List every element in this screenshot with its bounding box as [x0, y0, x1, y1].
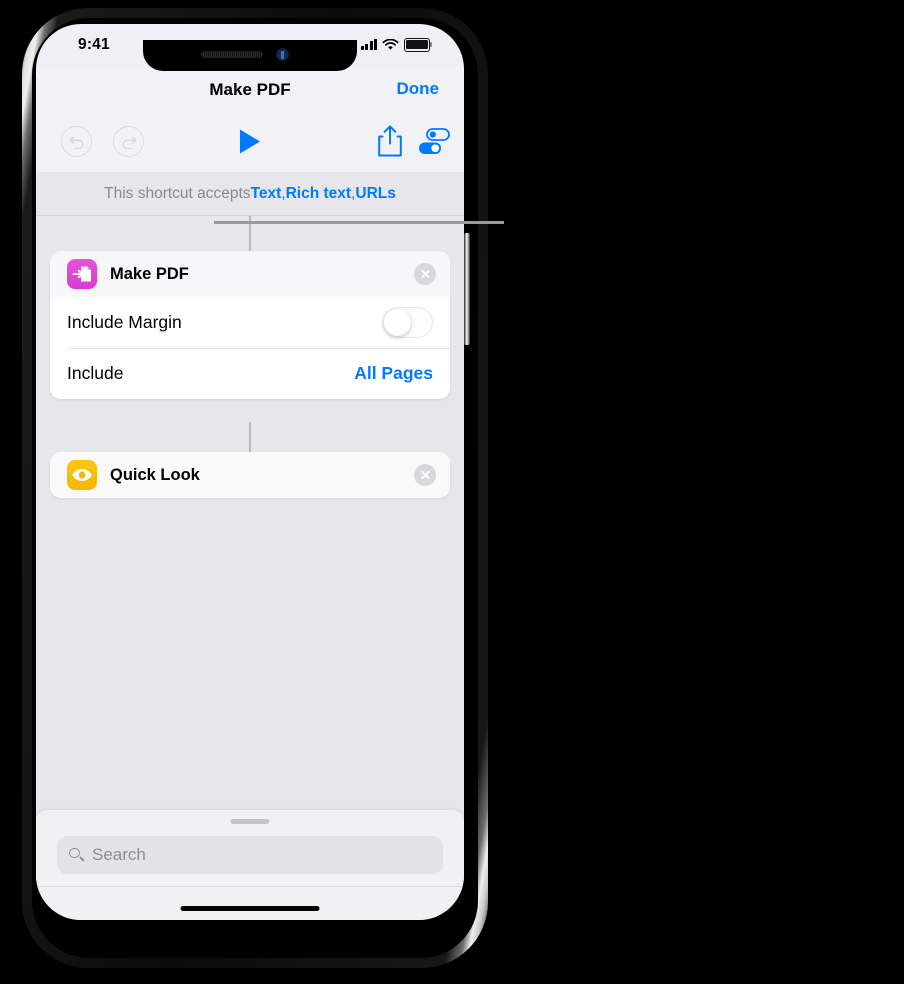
include-margin-toggle[interactable]: [382, 307, 433, 338]
make-pdf-icon: [67, 259, 97, 289]
earpiece-speaker: [201, 51, 263, 58]
done-button[interactable]: Done: [397, 79, 440, 99]
share-icon: [378, 125, 402, 157]
home-indicator[interactable]: [180, 906, 320, 911]
sheet-grabber[interactable]: [230, 819, 270, 824]
shortcut-settings-icon: [419, 128, 450, 154]
editor-toolbar: [36, 112, 464, 172]
navigation-bar: Make PDF Done: [36, 68, 464, 112]
status-bar-time: 9:41: [78, 36, 110, 53]
accepts-type-text[interactable]: Text: [251, 185, 282, 203]
close-icon[interactable]: [414, 464, 436, 486]
front-camera: [276, 48, 289, 61]
status-bar-indicators: [360, 38, 433, 52]
search-placeholder: Search: [92, 845, 146, 864]
notch: [143, 40, 357, 71]
sheet-divider: [36, 886, 464, 887]
shortcut-input-banner[interactable]: This shortcut accepts Text , Rich text ,…: [36, 172, 464, 216]
screenshot-stage: 9:41 Make PDF Done This shortcut accepts…: [0, 0, 904, 984]
action-header[interactable]: Make PDF: [50, 251, 450, 297]
flow-connector-middle: [249, 422, 251, 452]
action-title: Quick Look: [110, 465, 200, 484]
parameter-label: Include: [67, 363, 124, 383]
power-button[interactable]: [464, 233, 470, 345]
action-header[interactable]: Quick Look: [50, 452, 450, 498]
action-card-quick-look[interactable]: Quick Look: [50, 452, 450, 498]
undo-icon: [69, 135, 84, 149]
parameter-row-include-margin[interactable]: Include Margin: [50, 297, 450, 348]
parameter-row-include[interactable]: Include All Pages: [50, 348, 450, 399]
parameter-callout-line: [214, 221, 504, 224]
iphone-device-frame: 9:41 Make PDF Done This shortcut accepts…: [22, 8, 488, 968]
share-button[interactable]: [376, 124, 404, 158]
run-shortcut-button[interactable]: [237, 127, 263, 156]
wifi-icon: [382, 38, 399, 50]
action-card-make-pdf[interactable]: Make PDF Include Margin Include All Page…: [50, 251, 450, 399]
accepts-type-urls[interactable]: URLs: [355, 185, 395, 203]
parameter-label: Include Margin: [67, 312, 182, 332]
eye-icon: [72, 469, 92, 481]
close-icon[interactable]: [414, 263, 436, 285]
search-icon: [69, 847, 84, 863]
battery-full-icon: [404, 38, 433, 52]
action-title: Make PDF: [110, 264, 189, 283]
redo-button[interactable]: [113, 126, 144, 157]
accepts-type-rich-text[interactable]: Rich text: [286, 185, 351, 203]
document-arrow-icon: [72, 266, 91, 282]
search-input[interactable]: Search: [57, 836, 443, 874]
banner-divider: [36, 215, 464, 216]
shortcut-settings-button[interactable]: [418, 128, 450, 155]
play-icon: [240, 129, 260, 154]
redo-icon: [121, 135, 136, 149]
accepts-prefix-label: This shortcut accepts: [104, 185, 251, 202]
signal-bars-icon: [360, 39, 377, 51]
include-value-button[interactable]: All Pages: [354, 363, 433, 384]
quick-look-eye-icon: [67, 460, 97, 490]
device-screen: 9:41 Make PDF Done This shortcut accepts…: [36, 24, 464, 920]
action-library-sheet[interactable]: Search: [36, 810, 464, 920]
undo-button[interactable]: [61, 126, 92, 157]
